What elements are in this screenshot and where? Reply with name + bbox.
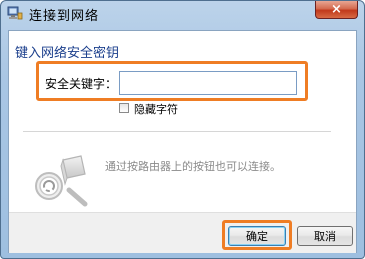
security-key-input[interactable] xyxy=(119,71,297,95)
dialog-body: 键入网络安全密钥 安全关键字： 隐藏字符 通过按路由器上的按钮也可以连接。 确定… xyxy=(8,30,357,253)
connect-to-network-window: 连接到网络 × 键入网络安全密钥 安全关键字： 隐藏字符 通过按路由器上的按钮也… xyxy=(0,0,365,259)
divider xyxy=(23,131,331,132)
hide-characters-label: 隐藏字符 xyxy=(134,103,178,116)
close-button[interactable]: × xyxy=(315,1,358,19)
network-icon xyxy=(7,5,23,21)
security-key-label: 安全关键字： xyxy=(45,77,118,91)
router-hint-text: 通过按路由器上的按钮也可以连接。 xyxy=(105,160,281,173)
title-bar[interactable]: 连接到网络 × xyxy=(1,1,364,26)
dialog-footer: 确定 取消 xyxy=(9,212,356,253)
close-icon: × xyxy=(331,2,342,17)
router-button-icon xyxy=(29,146,91,208)
cancel-button-label: 取消 xyxy=(314,230,336,243)
hide-characters-checkbox[interactable] xyxy=(119,103,129,113)
cancel-button[interactable]: 取消 xyxy=(297,226,353,246)
dialog-heading: 键入网络安全密钥 xyxy=(15,46,120,61)
ok-button-label: 确定 xyxy=(246,230,268,243)
ok-button[interactable]: 确定 xyxy=(228,226,286,246)
window-title: 连接到网络 xyxy=(29,9,100,24)
